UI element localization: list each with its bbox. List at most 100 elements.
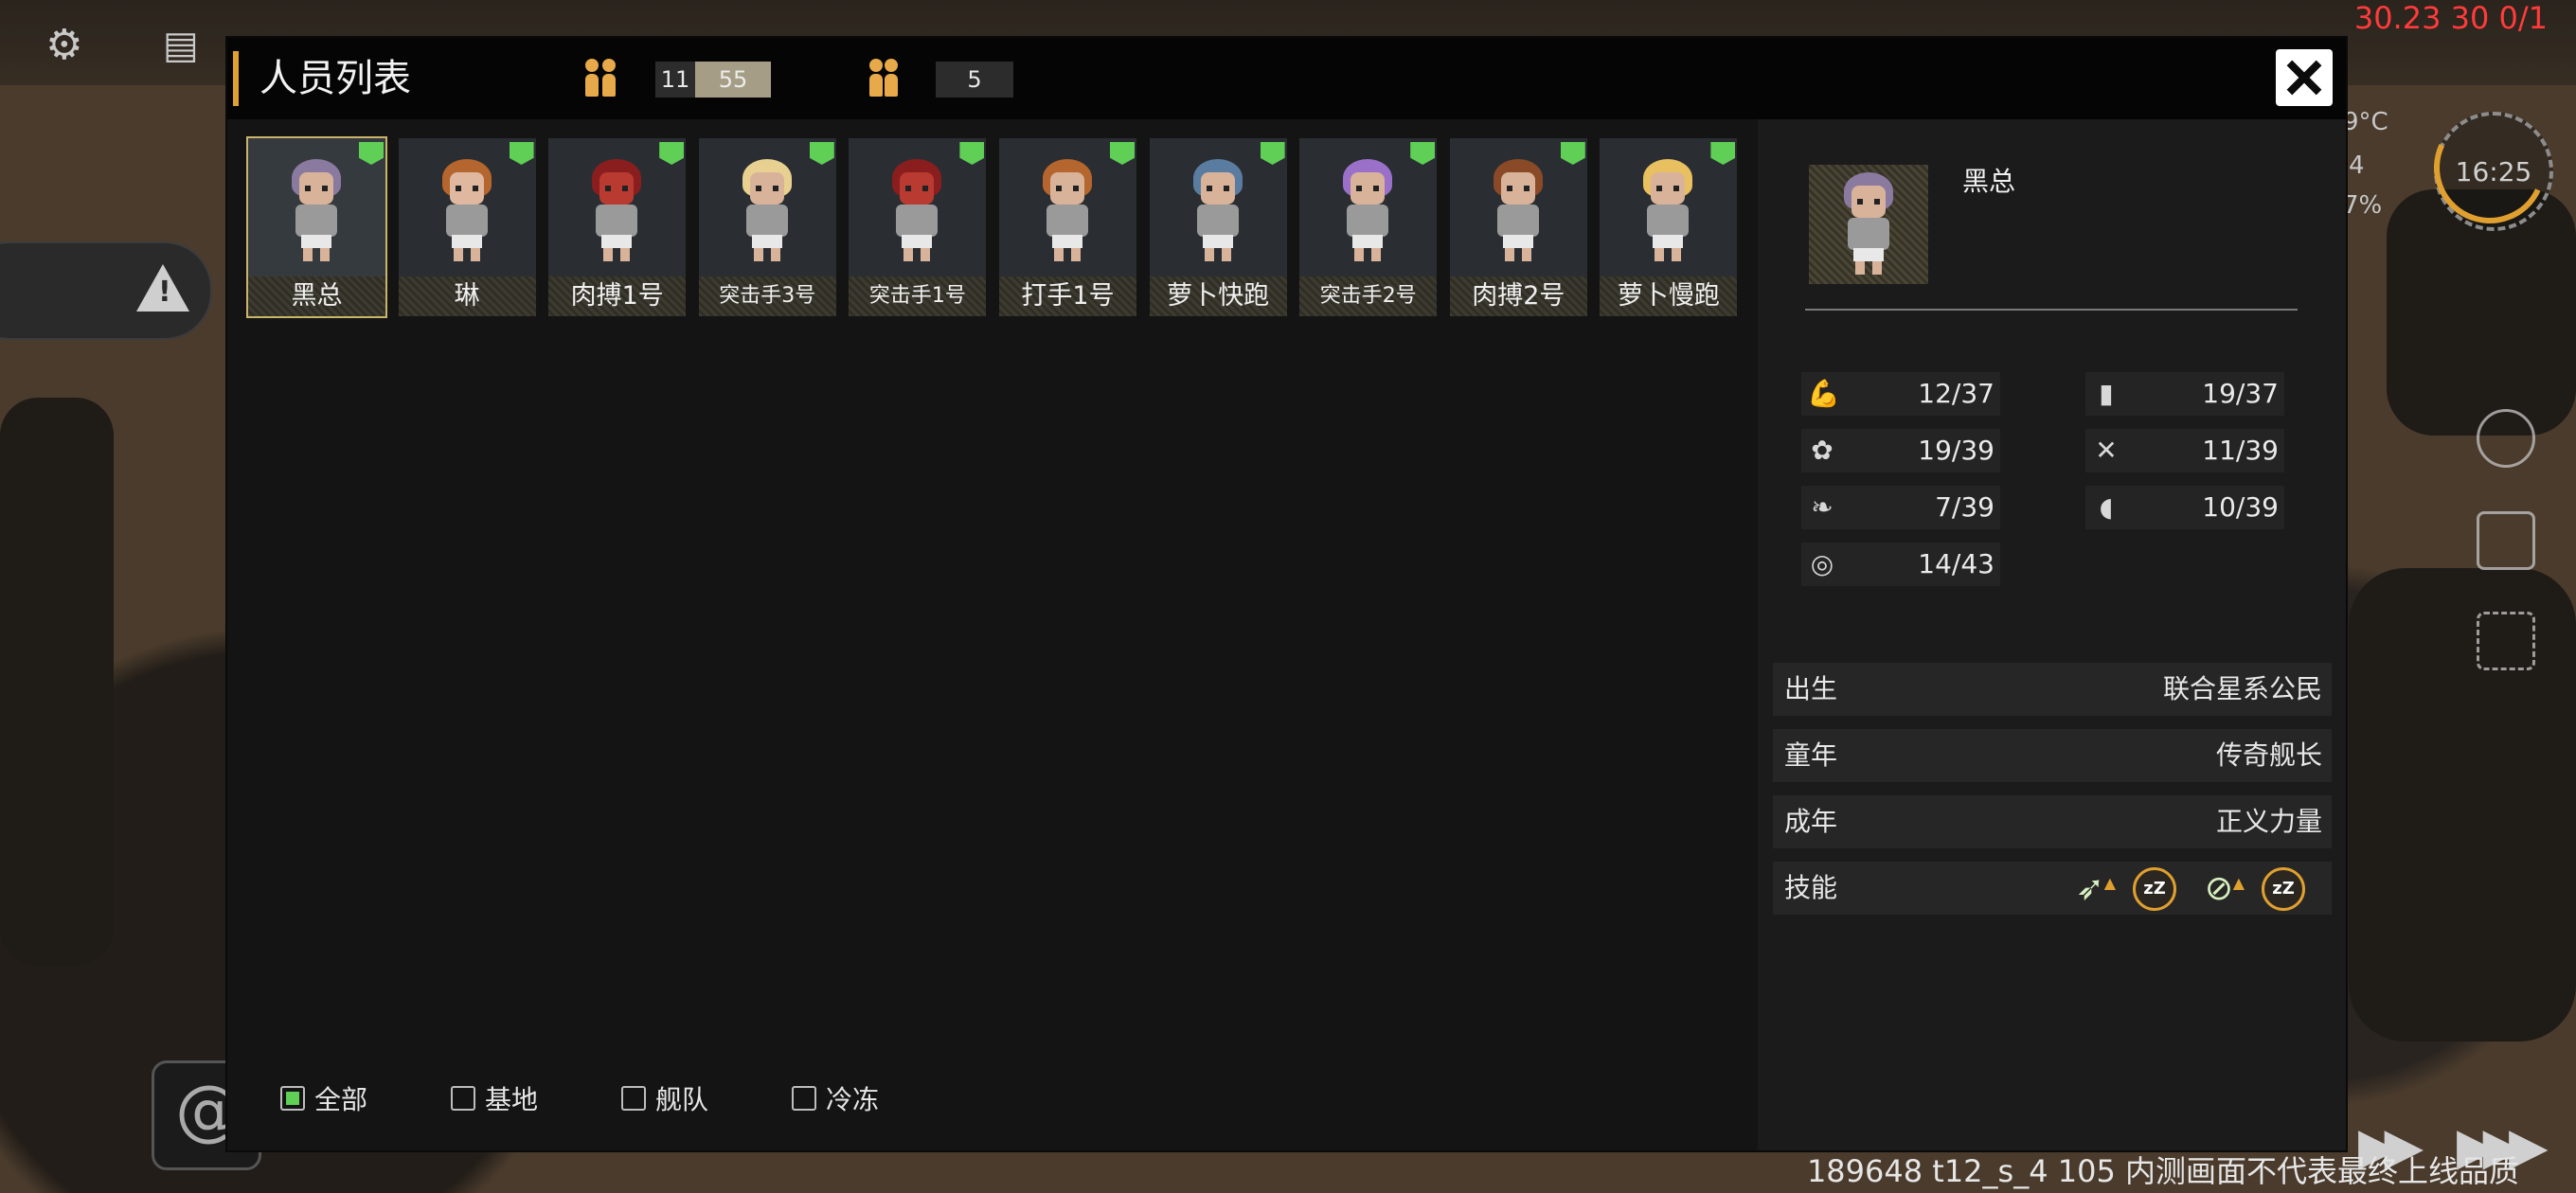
info-skills: 技能 ➶ ▲ zZ ⊘ ▲ zZ: [1773, 862, 2332, 915]
crew-card[interactable]: 突击手3号: [698, 138, 836, 316]
info-key: 出生: [1784, 673, 1838, 704]
info-value: 传奇舰长: [2215, 739, 2322, 771]
crew-card-name: 突击手2号: [1299, 276, 1438, 316]
stat-strength: 💪 12/37: [1801, 372, 2000, 416]
sleep-icon[interactable]: zZ: [2133, 867, 2176, 911]
crew-card-name: 突击手1号: [849, 276, 987, 316]
filter-option[interactable]: 基地: [451, 1079, 538, 1117]
crew-card[interactable]: 萝卜快跑: [1149, 138, 1287, 316]
crew-card[interactable]: 肉搏1号: [548, 138, 687, 316]
side-readout: 4: [2349, 151, 2365, 180]
debug-footer-text: 189648 t12_s_4 105 内测画面不代表最终上线品质: [1806, 1153, 2519, 1189]
close-button[interactable]: [2276, 49, 2333, 106]
population-icon: [580, 57, 621, 100]
crew-avatar: [1190, 159, 1246, 263]
info-birth: 出生 联合星系公民: [1773, 663, 2332, 716]
crew-card-name: 打手1号: [999, 276, 1136, 316]
stat-shooting: ◎ 14/43: [1801, 543, 2000, 586]
gear-icon[interactable]: ⚙: [45, 25, 82, 66]
personnel-panel: 人员列表 11 55 5 黑总琳肉搏1号 突击手3号 突击手1号 打手1号 萝卜快跑 突击…: [227, 38, 2346, 1150]
crew-card[interactable]: 突击手1号: [849, 138, 987, 316]
status-flag-icon: [1710, 142, 1736, 165]
plant-up-icon[interactable]: ➶ ▲: [2068, 867, 2116, 911]
portrait-avatar: [1840, 172, 1897, 276]
crew-detail-panel: 黑总 💪 12/37 ✿ 19/39 ❧ 7/39 ◎ 14/43 ▮ 19/3…: [1758, 119, 2346, 1150]
strength-icon: 💪: [1807, 378, 1840, 409]
crew-card-name: 萝卜快跑: [1149, 276, 1287, 316]
status-flag-icon: [509, 142, 534, 165]
crew-avatar: [1490, 159, 1547, 263]
crew-card[interactable]: 突击手2号: [1299, 138, 1438, 316]
crew-avatar: [1639, 159, 1696, 263]
status-flag-icon: [359, 142, 384, 165]
population-current: 11: [655, 62, 695, 98]
divider: [1805, 309, 2298, 311]
filter-label: 冷冻: [826, 1084, 880, 1115]
temperature-readout: 9°C: [2343, 108, 2388, 136]
checkbox[interactable]: [621, 1086, 646, 1111]
warning-icon: [136, 264, 189, 312]
crew-avatar: [588, 159, 645, 263]
crew-avatar: [888, 159, 945, 263]
info-key: 技能: [1784, 872, 1838, 903]
crew-card-name: 肉搏2号: [1449, 276, 1587, 316]
paw-icon: ✿: [1811, 435, 1834, 466]
side-readout-percent: 7%: [2343, 191, 2383, 220]
crew-card[interactable]: 萝卜慢跑: [1600, 138, 1738, 316]
tools-icon: ✕: [2095, 435, 2118, 466]
info-key: 成年: [1784, 806, 1838, 837]
info-value: 正义力量: [2215, 806, 2322, 837]
frozen-crew-count: 5: [936, 62, 1013, 98]
stat-value: 19/37: [2202, 378, 2279, 409]
stat-value: 19/39: [1918, 435, 1995, 466]
stat-botany: ❧ 7/39: [1801, 486, 2000, 529]
crew-card[interactable]: 黑总: [246, 136, 387, 318]
panel-titlebar: 人员列表 11 55 5: [227, 38, 2346, 119]
scan-icon[interactable]: [2477, 612, 2535, 670]
checkbox[interactable]: [792, 1086, 816, 1111]
filter-option[interactable]: 舰队: [621, 1079, 708, 1117]
stat-research: ▮ 19/37: [2085, 372, 2284, 416]
status-flag-icon: [809, 142, 834, 165]
no-plant-up-icon[interactable]: ⊘ ▲: [2197, 867, 2245, 911]
crew-card[interactable]: 打手1号: [999, 138, 1136, 316]
sleep-icon[interactable]: zZ: [2262, 867, 2305, 911]
helmet-icon: ◖: [2099, 491, 2114, 523]
filter-label: 基地: [485, 1084, 539, 1115]
crew-card-name: 肉搏1号: [548, 276, 687, 316]
stat-defense: ◖ 10/39: [2085, 486, 2284, 529]
target-icon: ◎: [1810, 548, 1834, 579]
crew-card-name: 萝卜慢跑: [1600, 276, 1738, 316]
status-flag-icon: [659, 142, 685, 165]
info-childhood: 童年 传奇舰长: [1773, 729, 2332, 782]
checkbox[interactable]: [280, 1086, 305, 1111]
terrain-shadow: [0, 398, 114, 966]
book-icon: ▮: [2099, 378, 2114, 409]
filter-label: 舰队: [655, 1084, 709, 1115]
info-key: 童年: [1784, 739, 1838, 771]
stat-husbandry: ✿ 19/39: [1801, 429, 2000, 472]
status-flag-icon: [1560, 142, 1585, 165]
crew-name: 黑总: [1962, 166, 2016, 197]
panel-title: 人员列表: [259, 57, 411, 100]
status-flag-icon: [1410, 142, 1436, 165]
crew-card[interactable]: 琳: [398, 138, 536, 316]
crew-card[interactable]: 肉搏2号: [1449, 138, 1587, 316]
info-adulthood: 成年 正义力量: [1773, 795, 2332, 848]
filter-option[interactable]: 全部: [280, 1079, 367, 1117]
title-accent: [233, 51, 239, 106]
clipboard-icon[interactable]: [2477, 511, 2535, 570]
terrain-shadow: [2349, 568, 2576, 1042]
stat-value: 7/39: [1935, 491, 1995, 523]
filter-option[interactable]: 冷冻: [792, 1079, 879, 1117]
warning-button[interactable]: [0, 241, 212, 340]
filter-label: 全部: [314, 1084, 368, 1115]
cube-icon[interactable]: [2477, 409, 2535, 468]
checkbox[interactable]: [451, 1086, 475, 1111]
chat-icon[interactable]: ▤: [163, 27, 199, 64]
status-flag-icon: [1260, 142, 1285, 165]
crew-avatar: [1339, 159, 1396, 263]
population-capacity: 55: [695, 62, 771, 98]
status-flag-icon: [959, 142, 985, 165]
crew-avatar: [438, 159, 495, 263]
